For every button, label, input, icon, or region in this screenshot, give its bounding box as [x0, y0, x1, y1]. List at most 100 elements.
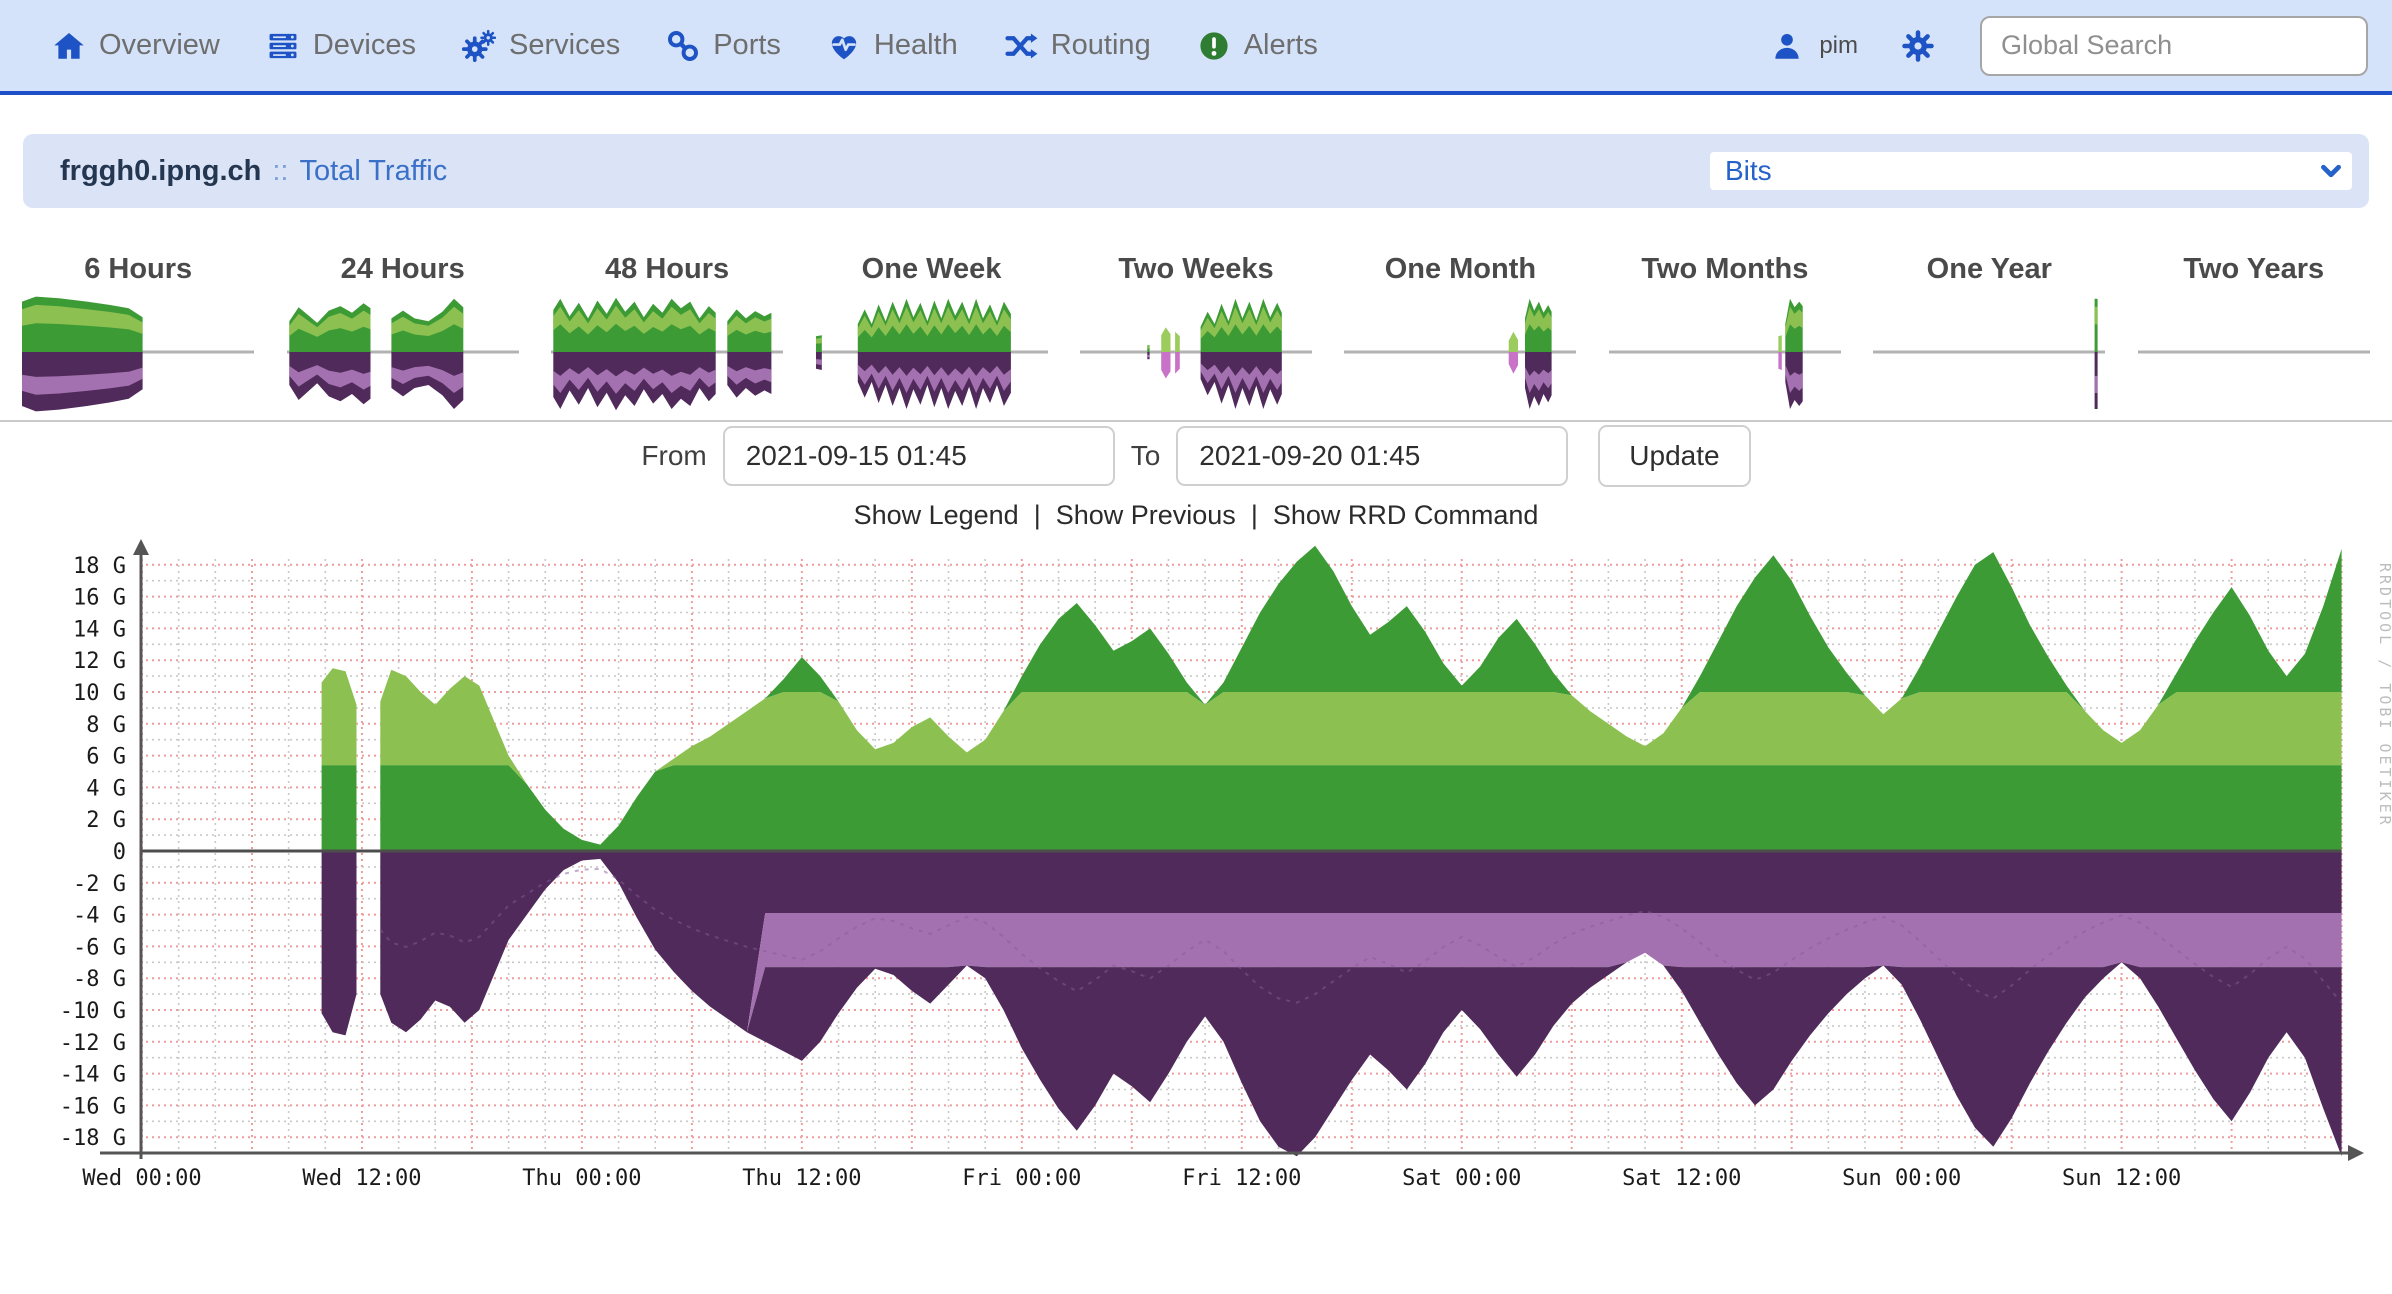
- unit-dropdown-value: Bits: [1725, 155, 2318, 187]
- y-axis-tick-label: -6 G: [73, 935, 126, 960]
- thumbnail-one-year[interactable]: One Year: [1860, 252, 2118, 420]
- thumbnail-graph-48-hours: [551, 292, 783, 420]
- x-axis-tick-label: Sat 12:00: [1622, 1166, 1741, 1191]
- thumbnail-graph-one-year: [1873, 292, 2105, 420]
- title-separator: ::: [272, 155, 288, 188]
- thumbnail-graph-two-weeks: [1080, 292, 1312, 420]
- heartbeat-icon: [827, 29, 861, 63]
- shuffle-icon: [1004, 29, 1038, 63]
- thumbnail-label: One Month: [1385, 252, 1536, 286]
- x-axis-tick-label: Fri 12:00: [1182, 1166, 1301, 1191]
- y-axis-tick-label: -8 G: [73, 967, 126, 992]
- x-axis-tick-label: Fri 00:00: [962, 1166, 1081, 1191]
- nav-item-label: Ports: [713, 29, 781, 62]
- nav-item-label: Alerts: [1244, 29, 1318, 62]
- global-search-input[interactable]: [1980, 16, 2368, 76]
- y-axis-tick-label: 10 G: [73, 681, 126, 706]
- link-separator: |: [1034, 500, 1041, 531]
- x-axis-tick-label: Sun 00:00: [1842, 1166, 1961, 1191]
- y-axis-tick-label: 8 G: [86, 713, 126, 738]
- thumbnail-label: One Week: [862, 252, 1002, 286]
- unit-dropdown[interactable]: Bits: [1710, 152, 2352, 190]
- nav-item-ports[interactable]: Ports: [666, 29, 781, 63]
- thumbnail-two-years[interactable]: Two Years: [2125, 252, 2383, 420]
- thumbnail-label: Two Years: [2183, 252, 2324, 286]
- thumbnail-graph-two-years: [2138, 292, 2370, 420]
- thumbnail-label: Two Weeks: [1118, 252, 1273, 286]
- thumbnail-one-month[interactable]: One Month: [1331, 252, 1589, 420]
- devices-icon: [266, 29, 300, 63]
- global-search: [1980, 16, 2368, 76]
- username-label: pim: [1819, 32, 1858, 60]
- graph-title[interactable]: Total Traffic: [300, 155, 448, 188]
- chevron-down-icon: [2318, 158, 2344, 184]
- thumbnail-graph-one-month: [1344, 292, 1576, 420]
- y-axis-tick-label: -12 G: [60, 1031, 126, 1056]
- x-axis-tick-label: Wed 12:00: [302, 1166, 421, 1191]
- nav-item-services[interactable]: Services: [462, 29, 620, 63]
- update-button[interactable]: Update: [1598, 425, 1750, 487]
- y-axis-tick-label: -14 G: [60, 1063, 126, 1088]
- nav-item-label: Overview: [99, 29, 220, 62]
- device-hostname[interactable]: frggh0.ipng.ch: [60, 155, 261, 188]
- graph-title-panel: frggh0.ipng.ch :: Total Traffic Bits: [23, 134, 2369, 208]
- rrdtool-watermark: RRDTOOL / TOBI OETIKER: [2376, 563, 2392, 828]
- nav-items: Overview Devices Services Ports Health Routin…: [52, 29, 1364, 63]
- link-separator: |: [1251, 500, 1258, 531]
- x-axis-tick-label: Thu 12:00: [742, 1166, 861, 1191]
- settings-gear-icon[interactable]: [1900, 28, 1936, 64]
- show-rrd-command-link[interactable]: Show RRD Command: [1273, 500, 1539, 531]
- nav-item-label: Health: [874, 29, 958, 62]
- y-axis-tick-label: -2 G: [73, 872, 126, 897]
- nav-item-label: Routing: [1051, 29, 1151, 62]
- x-axis-tick-label: Wed 00:00: [82, 1166, 201, 1191]
- gears-icon: [462, 29, 496, 63]
- top-navbar: Overview Devices Services Ports Health Routin…: [0, 0, 2392, 95]
- y-axis-tick-label: -10 G: [60, 999, 126, 1024]
- thumbnail-graph-two-months: [1609, 292, 1841, 420]
- nav-item-health[interactable]: Health: [827, 29, 958, 63]
- thumbnail-48-hours[interactable]: 48 Hours: [538, 252, 796, 420]
- show-previous-link[interactable]: Show Previous: [1056, 500, 1236, 531]
- thumbnail-label: 24 Hours: [341, 252, 465, 286]
- x-axis-tick-label: Sat 00:00: [1402, 1166, 1521, 1191]
- show-legend-link[interactable]: Show Legend: [854, 500, 1019, 531]
- thumbnail-two-weeks[interactable]: Two Weeks: [1067, 252, 1325, 420]
- thumbnail-graph-6-hours: [22, 292, 254, 420]
- y-axis-tick-label: 0: [113, 840, 126, 865]
- thumbnail-label: One Year: [1927, 252, 2052, 286]
- to-date-input[interactable]: [1176, 426, 1568, 486]
- home-icon: [52, 29, 86, 63]
- y-axis-tick-label: 14 G: [73, 617, 126, 642]
- y-axis-tick-label: 16 G: [73, 586, 126, 611]
- y-axis-tick-label: -4 G: [73, 904, 126, 929]
- y-axis-tick-label: 2 G: [86, 808, 126, 833]
- y-axis-tick-label: 4 G: [86, 776, 126, 801]
- thumbnail-label: 48 Hours: [605, 252, 729, 286]
- date-range-controls: From To Update: [0, 425, 2392, 487]
- thumbnail-one-week[interactable]: One Week: [803, 252, 1061, 420]
- y-axis-tick-label: -18 G: [60, 1126, 126, 1151]
- alert-circle-icon: [1197, 29, 1231, 63]
- thumbnail-two-months[interactable]: Two Months: [1596, 252, 1854, 420]
- time-range-thumbnails: 6 Hours 24 Hours 48 Hours One Week Two Weeks…: [0, 252, 2392, 422]
- thumbnail-graph-24-hours: [287, 292, 519, 420]
- y-axis-tick-label: 18 G: [73, 554, 126, 579]
- thumbnail-6-hours[interactable]: 6 Hours: [9, 252, 267, 420]
- x-axis-tick-label: Sun 12:00: [2062, 1166, 2181, 1191]
- traffic-graph[interactable]: 18 G16 G14 G12 G10 G8 G6 G4 G2 G0-2 G-4 …: [0, 535, 2392, 1225]
- nav-item-overview[interactable]: Overview: [52, 29, 220, 63]
- user-menu[interactable]: pim: [1770, 29, 1858, 63]
- thumbnail-graph-one-week: [816, 292, 1048, 420]
- y-axis-tick-label: 6 G: [86, 745, 126, 770]
- nav-item-alerts[interactable]: Alerts: [1197, 29, 1318, 63]
- user-icon: [1770, 29, 1804, 63]
- link-icon: [666, 29, 700, 63]
- nav-item-devices[interactable]: Devices: [266, 29, 416, 63]
- nav-item-label: Devices: [313, 29, 416, 62]
- graph-option-links: Show Legend | Show Previous | Show RRD Comma…: [0, 500, 2392, 531]
- from-date-input[interactable]: [723, 426, 1115, 486]
- thumbnail-24-hours[interactable]: 24 Hours: [274, 252, 532, 420]
- thumbnail-label: 6 Hours: [84, 252, 192, 286]
- nav-item-routing[interactable]: Routing: [1004, 29, 1151, 63]
